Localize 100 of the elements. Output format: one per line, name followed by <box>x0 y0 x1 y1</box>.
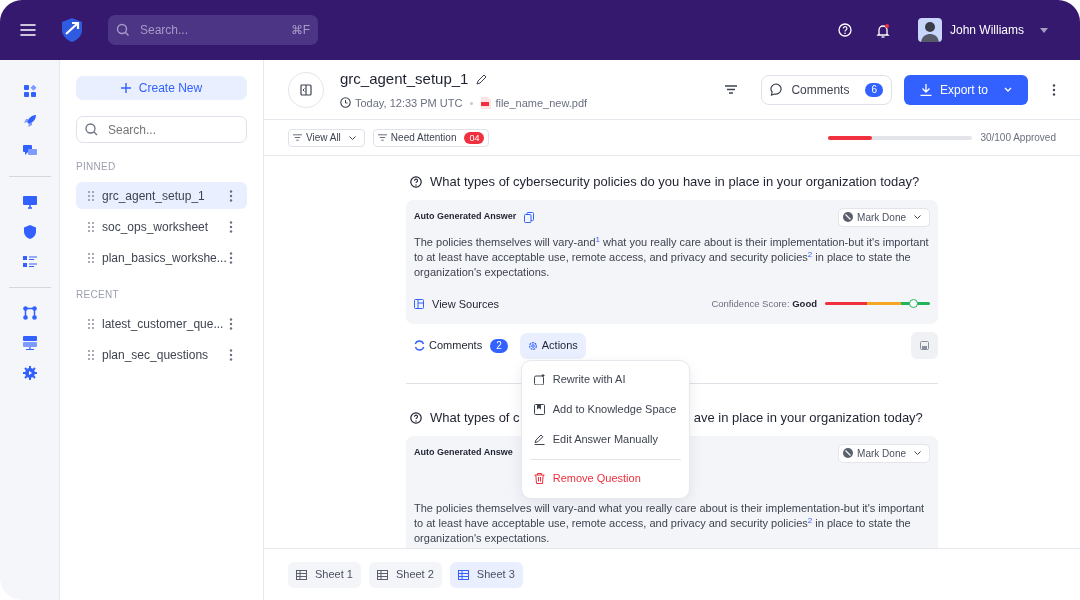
dashboard-nav-button[interactable] <box>22 84 37 98</box>
more-icon[interactable] <box>229 190 233 202</box>
sheet-tab[interactable]: Sheet 2 <box>368 561 442 588</box>
chat-nav-button[interactable] <box>22 144 37 158</box>
drag-handle-icon <box>88 221 94 232</box>
menu-item[interactable]: Edit Answer Manually <box>529 424 681 455</box>
gear-icon <box>22 366 37 380</box>
speech-bubble-icon <box>770 83 784 96</box>
filter-chip[interactable]: Need Attention 04 <box>372 128 490 147</box>
rocket-nav-button[interactable] <box>22 114 37 128</box>
drag-handle-icon <box>88 318 94 329</box>
user-menu[interactable]: John Williams <box>918 18 1064 42</box>
chevron-down-icon <box>1004 87 1012 92</box>
workflow-nav-button[interactable] <box>22 306 37 320</box>
more-icon[interactable] <box>1052 83 1056 96</box>
clock-icon <box>340 97 351 109</box>
sidebar-item[interactable]: soc_ops_worksheet <box>76 213 247 240</box>
chat-icon <box>22 144 37 158</box>
chevron-down-icon <box>914 451 921 455</box>
pencil-icon[interactable] <box>476 73 488 85</box>
count-badge: 2 <box>490 338 508 353</box>
shield-icon <box>22 225 37 239</box>
gear-nav-button[interactable] <box>22 366 37 380</box>
export-button[interactable]: Export to <box>903 74 1028 105</box>
more-icon[interactable] <box>229 221 233 233</box>
copy-icon[interactable] <box>524 211 535 223</box>
file-name-link[interactable]: file_name_new.pdf <box>495 94 588 111</box>
shield-logo-icon[interactable] <box>60 17 84 43</box>
workflow-icon <box>22 306 37 320</box>
floppy-icon <box>920 341 929 350</box>
server-icon <box>22 336 37 350</box>
drag-handle-icon <box>88 252 94 263</box>
answer-text: The policies themselves will vary-and$^{1}$ what you really care about is their implementation-but it's important to at least have acceptable use, remote access, and privacy and security policies$^{2}$ in place to state the organization's expectations. <box>414 234 930 280</box>
save-button[interactable] <box>911 332 938 359</box>
section-heading: RECENT <box>76 288 120 302</box>
more-icon[interactable] <box>229 252 233 264</box>
monitor-nav-button[interactable] <box>22 195 37 209</box>
sidebar-item[interactable]: grc_agent_setup_1 <box>76 182 247 209</box>
view-sources-link[interactable]: View Sources <box>414 295 500 312</box>
caret-icon <box>1040 27 1048 33</box>
avatar-icon <box>918 18 942 42</box>
trash-icon <box>533 473 545 484</box>
question-text: What types of c <box>430 409 520 427</box>
panel-icon <box>300 83 312 96</box>
menu-icon[interactable] <box>20 23 36 37</box>
refresh-icon <box>414 340 425 351</box>
pdf-file-icon <box>481 96 492 109</box>
chevron-down-icon <box>348 135 356 140</box>
server-nav-button[interactable] <box>22 336 37 350</box>
answer-label: Auto Generated Answer <box>414 210 517 224</box>
chevron-down-icon <box>914 215 921 219</box>
menu-item[interactable]: Add to Knowledge Space <box>529 394 681 425</box>
document-title: grc_agent_setup_1 <box>340 69 469 89</box>
sidebar-item[interactable]: plan_sec_questions <box>76 341 247 368</box>
panel-toggle-button[interactable] <box>288 71 324 108</box>
sheet-tab[interactable]: Sheet 3 <box>449 561 523 588</box>
more-icon[interactable] <box>229 349 233 361</box>
mark-done-dropdown[interactable]: Mark Done <box>838 207 930 227</box>
view-filter-dropdown[interactable]: View All <box>288 128 365 147</box>
sheet-tab[interactable]: Sheet 1 <box>288 561 361 588</box>
menu-item[interactable]: Rewrite with AI <box>529 364 681 395</box>
section-heading: PINNED <box>76 160 117 174</box>
table-icon <box>376 569 388 580</box>
question-text: ave in place in your organization today? <box>693 409 923 427</box>
shortcut-hint: ⌘F <box>290 22 310 39</box>
sidebar-item[interactable]: latest_customer_que... <box>76 310 247 337</box>
help-icon[interactable] <box>838 23 852 37</box>
progress-label: 30/100 Approved <box>980 131 1056 145</box>
help-icon <box>410 411 422 424</box>
search-icon <box>116 23 130 37</box>
separator-dot-icon <box>470 102 474 106</box>
search-icon <box>85 123 98 136</box>
comments-button[interactable]: Comments 6 <box>761 74 892 105</box>
gear-icon <box>527 340 538 351</box>
dashboard-icon <box>22 84 37 98</box>
search-field[interactable]: Search... ⌘F <box>108 15 318 45</box>
shield-nav-button[interactable] <box>22 225 37 239</box>
search-input[interactable]: Search... <box>138 20 291 40</box>
checklist-nav-button[interactable] <box>22 255 37 269</box>
table-icon <box>457 569 469 580</box>
create-new-button[interactable]: Create New <box>76 76 247 100</box>
search-field[interactable]: Search... <box>76 116 247 143</box>
ai-sparkle-icon <box>533 374 545 385</box>
pencil-icon <box>533 434 545 445</box>
actions-button[interactable]: Actions <box>519 332 586 359</box>
monitor-icon <box>22 195 37 209</box>
filter-icon[interactable] <box>725 85 738 94</box>
menu-item[interactable]: Remove Question <box>529 463 681 494</box>
drag-handle-icon <box>88 349 94 360</box>
comments-button[interactable]: Comments 2 <box>406 332 516 359</box>
bell-icon[interactable] <box>876 22 890 38</box>
rocket-icon <box>22 114 37 128</box>
sidebar-item[interactable]: plan_basics_workshe... <box>76 244 247 271</box>
bookmark-icon <box>533 404 545 415</box>
status-icon <box>843 448 854 458</box>
more-icon[interactable] <box>229 318 233 330</box>
table-icon <box>296 569 307 580</box>
help-icon <box>410 175 422 188</box>
mark-done-dropdown[interactable]: Mark Done <box>838 443 930 463</box>
answer-label: Auto Generated Answe <box>414 446 513 460</box>
